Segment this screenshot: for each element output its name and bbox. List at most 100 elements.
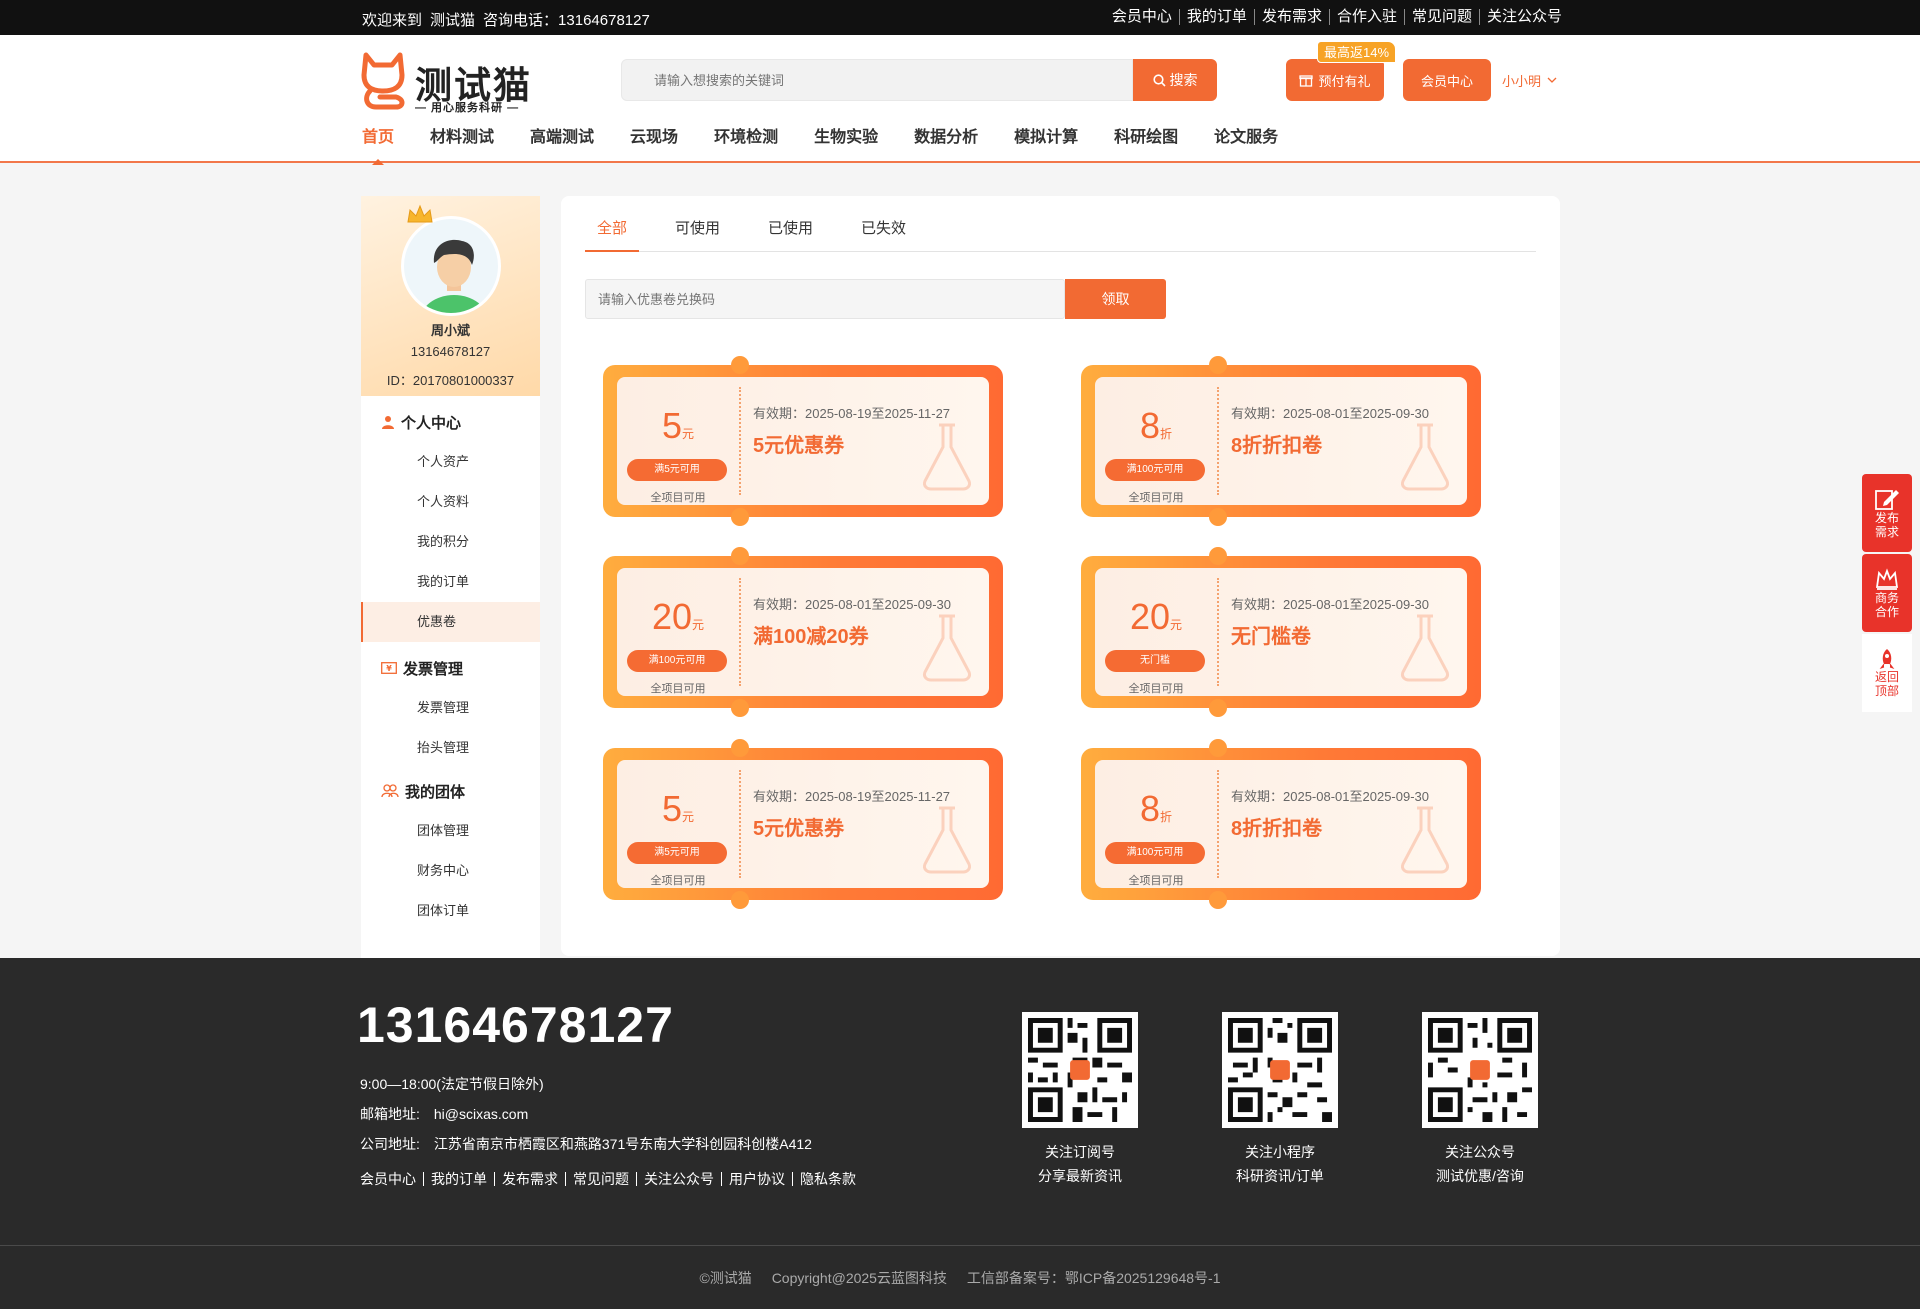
top-link-publish[interactable]: 发布需求 <box>1255 9 1330 25</box>
prepay-label: 预付有礼 <box>1318 73 1371 89</box>
search-button[interactable]: 搜索 <box>1133 59 1217 101</box>
coupon-amount: 5元 <box>617 788 739 830</box>
sidebar-item-coupons[interactable]: 优惠卷 <box>361 602 540 642</box>
sidebar-item-orders[interactable]: 我的订单 <box>361 562 540 602</box>
coupon-divider <box>1217 770 1219 878</box>
member-center-button[interactable]: 会员中心 <box>1403 59 1491 101</box>
coupon-scope: 全项目可用 <box>1128 492 1184 504</box>
profile-phone: 13164678127 <box>410 344 491 359</box>
coupon-divider <box>1217 578 1219 686</box>
coupon-card[interactable]: 5元 满5元可用 全项目可用 有效期：2025-08-19至2025-11-27… <box>603 356 1003 526</box>
coupon-card[interactable]: 20元 满100元可用 全项目可用 有效期：2025-08-01至2025-09… <box>603 547 1003 717</box>
copyright-bar: ©测试猫 Copyright@2025云蓝图科技 工信部备案号：鄂ICP备202… <box>0 1245 1920 1309</box>
coupon-notch <box>1209 739 1227 757</box>
sidebar-item-points[interactable]: 我的积分 <box>361 522 540 562</box>
top-link-cooperate[interactable]: 合作入驻 <box>1330 9 1405 25</box>
coupon-card[interactable]: 8折 满100元可用 全项目可用 有效期：2025-08-01至2025-09-… <box>1081 739 1481 909</box>
top-link-faq[interactable]: 常见问题 <box>1405 9 1480 25</box>
publish-demand-button[interactable]: 发布 需求 <box>1862 474 1912 552</box>
tab-expired[interactable]: 已失效 <box>849 216 918 252</box>
sidebar-item-assets[interactable]: 个人资产 <box>361 442 540 482</box>
hotline-number: 13164678127 <box>558 12 650 29</box>
profile-card: 周小斌 13164678127 ID：20170801000337 <box>361 196 540 396</box>
coupon-body: 5元 满5元可用 全项目可用 有效期：2025-08-19至2025-11-27… <box>617 377 989 505</box>
prepay-button[interactable]: 预付有礼 <box>1286 59 1384 101</box>
nav-drawing[interactable]: 科研绘图 <box>1114 127 1178 163</box>
coupon-notch <box>731 508 749 526</box>
tab-usable[interactable]: 可使用 <box>663 216 732 252</box>
footer-link-publish[interactable]: 发布需求 <box>495 1172 566 1186</box>
footer-hours: 9:00—18:00(法定节假日除外) <box>360 1076 544 1092</box>
top-link-orders[interactable]: 我的订单 <box>1180 9 1255 25</box>
qr-caption: 关注小程序 科研资讯/订单 <box>1222 1140 1338 1188</box>
user-dropdown[interactable]: 小小明 <box>1502 71 1557 90</box>
tab-all[interactable]: 全部 <box>585 216 640 252</box>
coupon-condition: 满5元可用 <box>627 459 727 481</box>
tab-used[interactable]: 已使用 <box>756 216 825 252</box>
nav-cloud-site[interactable]: 云现场 <box>630 127 678 163</box>
svg-text:¥: ¥ <box>386 664 392 673</box>
redeem-code-input[interactable] <box>586 280 1064 318</box>
top-link-wechat[interactable]: 关注公众号 <box>1480 9 1562 25</box>
coupon-amount-unit: 元 <box>682 810 695 824</box>
flask-icon <box>923 806 971 874</box>
coupon-card[interactable]: 5元 满5元可用 全项目可用 有效期：2025-08-19至2025-11-27… <box>603 739 1003 909</box>
logo[interactable]: 测试猫 — 用心服务科研 — <box>360 51 540 117</box>
coupon-condition: 无门槛 <box>1105 650 1205 672</box>
menu-head-team[interactable]: 我的团体 <box>361 771 540 811</box>
coupon-card[interactable]: 8折 满100元可用 全项目可用 有效期：2025-08-01至2025-09-… <box>1081 356 1481 526</box>
nav-highend[interactable]: 高端测试 <box>530 127 594 163</box>
footer-link-orders[interactable]: 我的订单 <box>424 1172 495 1186</box>
sidebar-item-profile[interactable]: 个人资料 <box>361 482 540 522</box>
coupon-amount-value: 8 <box>1139 788 1160 829</box>
coupon-card[interactable]: 20元 无门槛 全项目可用 有效期：2025-08-01至2025-09-30 … <box>1081 547 1481 717</box>
brand-slogan: — 用心服务科研 — <box>415 102 520 114</box>
top-links: 会员中心 我的订单 发布需求 合作入驻 常见问题 关注公众号 <box>1105 9 1562 25</box>
nav-paper[interactable]: 论文服务 <box>1214 127 1278 163</box>
top-link-member[interactable]: 会员中心 <box>1105 9 1180 25</box>
sidebar-item-team-manage[interactable]: 团体管理 <box>361 811 540 851</box>
nav-environment[interactable]: 环境检测 <box>714 127 778 163</box>
coupon-notch <box>731 547 749 565</box>
coupon-validity: 有效期：2025-08-01至2025-09-30 <box>753 597 951 612</box>
menu-head-personal[interactable]: 个人中心 <box>361 402 540 442</box>
footer: 13164678127 9:00—18:00(法定节假日除外) 邮箱地址: hi… <box>0 958 1920 1245</box>
nav-data-analysis[interactable]: 数据分析 <box>914 127 978 163</box>
coupon-scope: 全项目可用 <box>1128 683 1184 695</box>
footer-link-privacy[interactable]: 隐私条款 <box>793 1172 863 1186</box>
back-to-top-button[interactable]: 返回 顶部 <box>1862 634 1912 712</box>
footer-link-member[interactable]: 会员中心 <box>360 1172 424 1186</box>
menu-head-label: 发票管理 <box>403 660 464 678</box>
footer-link-wechat[interactable]: 关注公众号 <box>637 1172 722 1186</box>
coupon-body: 20元 无门槛 全项目可用 有效期：2025-08-01至2025-09-30 … <box>1095 568 1467 696</box>
menu-head-invoice[interactable]: ¥ 发票管理 <box>361 648 540 688</box>
coupon-scope: 全项目可用 <box>1128 875 1184 887</box>
nav-biology[interactable]: 生物实验 <box>814 127 878 163</box>
nav-simulation[interactable]: 模拟计算 <box>1014 127 1078 163</box>
avatar[interactable] <box>401 216 501 316</box>
footer-link-faq[interactable]: 常见问题 <box>566 1172 637 1186</box>
sidebar-item-team-orders[interactable]: 团体订单 <box>361 891 540 931</box>
footer-link-agreement[interactable]: 用户协议 <box>722 1172 793 1186</box>
rocket-icon <box>1879 649 1895 669</box>
qr-caption-line: 科研资讯/订单 <box>1236 1168 1324 1184</box>
main-nav: 首页 材料测试 高端测试 云现场 环境检测 生物实验 数据分析 模拟计算 科研绘… <box>362 127 1314 165</box>
coupon-validity: 有效期：2025-08-01至2025-09-30 <box>1231 789 1429 804</box>
coupon-title: 8折折扣卷 <box>1231 435 1323 457</box>
crown-icon <box>407 204 433 223</box>
business-cooperation-button[interactable]: 商务 合作 <box>1862 554 1912 632</box>
qr-code-image <box>1428 1018 1532 1122</box>
nav-home[interactable]: 首页 <box>362 127 394 165</box>
sidebar-item-titles[interactable]: 抬头管理 <box>361 728 540 768</box>
sidebar-item-finance[interactable]: 财务中心 <box>361 851 540 891</box>
search-input[interactable] <box>622 60 1132 100</box>
sidebar-item-invoices[interactable]: 发票管理 <box>361 688 540 728</box>
icp-number[interactable]: 工信部备案号：鄂ICP备2025129648号-1 <box>967 1270 1221 1286</box>
redeem-box <box>585 279 1065 319</box>
edit-icon <box>1875 490 1899 510</box>
nav-materials[interactable]: 材料测试 <box>430 127 494 163</box>
redeem-button[interactable]: 领取 <box>1065 279 1166 319</box>
menu-head-label: 个人中心 <box>401 414 462 432</box>
coupon-tabs: 全部 可使用 已使用 已失效 <box>585 216 1536 252</box>
sidebar: 周小斌 13164678127 ID：20170801000337 个人中心 个… <box>361 196 540 958</box>
